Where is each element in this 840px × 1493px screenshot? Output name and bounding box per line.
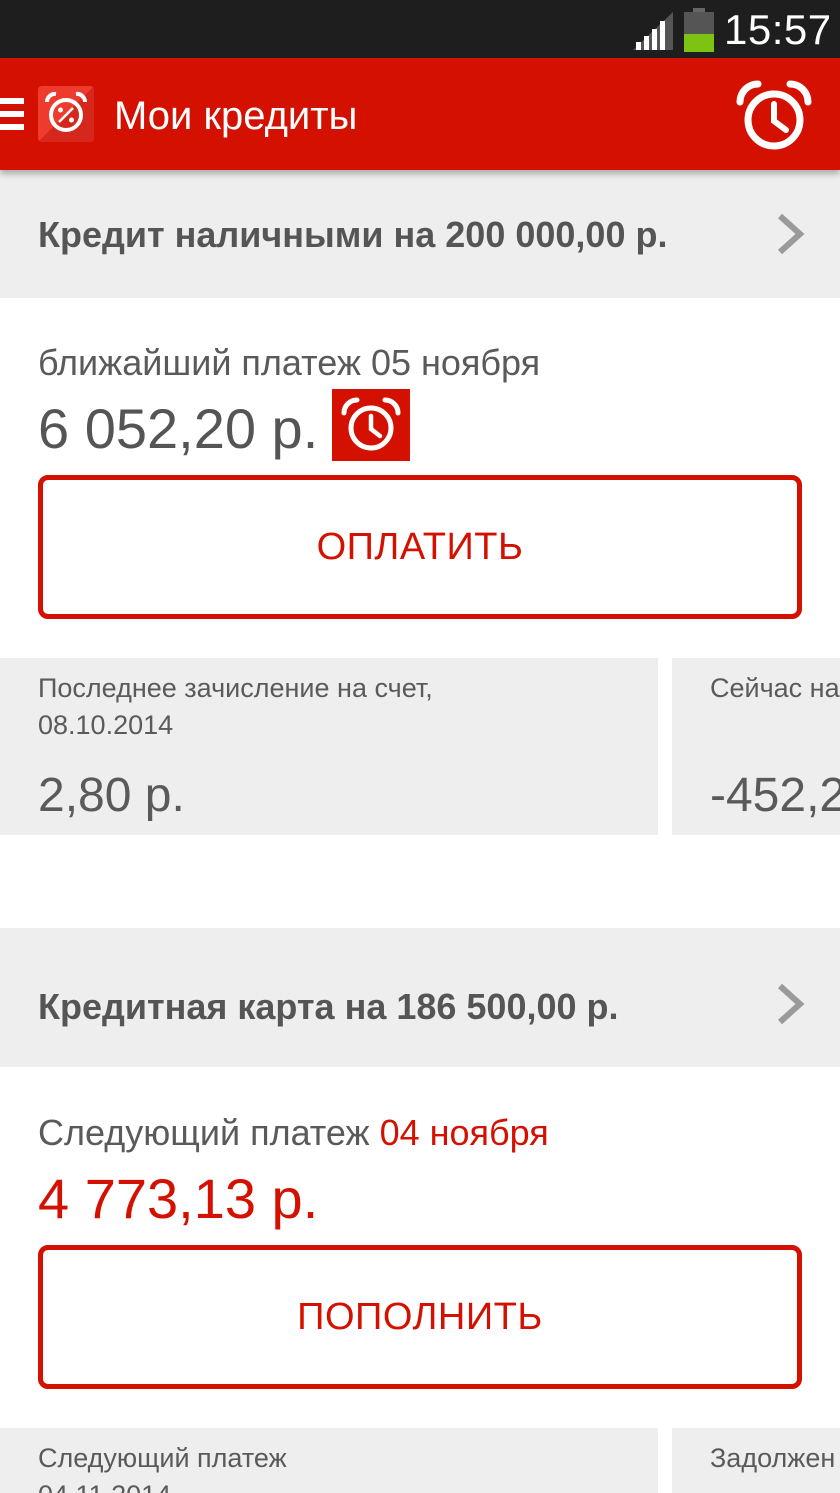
next-payment-label: Следующий платеж 04 ноября <box>38 1112 549 1154</box>
tile-label: Сейчас на <box>710 673 840 703</box>
next-payment-label: ближайший платеж 05 ноября <box>38 342 541 383</box>
pay-button[interactable]: ОПЛАТИТЬ <box>38 475 802 619</box>
signal-icon <box>633 12 673 50</box>
tile-value: -452,2 <box>710 769 840 822</box>
loan-title: Кредит наличными на 200 000,00 р. <box>38 214 668 255</box>
loan-header-cash[interactable]: Кредит наличными на 200 000,00 р. <box>0 170 840 298</box>
tile-label: Следующий платеж 04.11.2014 <box>38 1443 287 1493</box>
last-credit-tile[interactable]: Последнее зачисление на счет, 08.10.2014… <box>0 658 658 835</box>
next-payment-amount: 4 773,13 р. <box>38 1167 319 1230</box>
tile-label: Последнее зачисление на счет, 08.10.2014 <box>38 673 433 740</box>
next-payment-tile[interactable]: Следующий платеж 04.11.2014 <box>0 1428 658 1493</box>
next-payment-amount: 6 052,20 р. <box>38 397 319 460</box>
chevron-right-icon <box>777 983 805 1025</box>
next-payment-label-prefix: Следующий платеж <box>38 1112 370 1153</box>
current-balance-tile[interactable]: Сейчас на -452,2 <box>672 658 840 835</box>
status-bar: 15:57 <box>0 0 840 58</box>
menu-icon[interactable] <box>0 98 24 132</box>
next-payment-date: 04 ноября <box>379 1112 549 1153</box>
loan-header-card[interactable]: Кредитная карта на 186 500,00 р. <box>0 928 840 1067</box>
chevron-right-icon <box>777 213 805 255</box>
debt-tile[interactable]: Задолжен <box>672 1428 840 1493</box>
page-title: Мои кредиты <box>114 94 358 138</box>
loan-title: Кредитная карта на 186 500,00 р. <box>38 986 619 1027</box>
app-logo-icon[interactable] <box>38 86 94 142</box>
clock: 15:57 <box>724 6 832 53</box>
tile-value: 2,80 р. <box>38 769 185 822</box>
alarm-clock-icon <box>341 397 401 451</box>
top-up-button[interactable]: ПОПОЛНИТЬ <box>38 1245 802 1389</box>
battery-icon <box>684 8 714 52</box>
tile-label: Задолжен <box>710 1443 836 1473</box>
app-bar: Мои кредиты <box>0 58 840 170</box>
reminder-button[interactable] <box>332 389 410 461</box>
alarm-clock-icon[interactable] <box>736 80 812 156</box>
